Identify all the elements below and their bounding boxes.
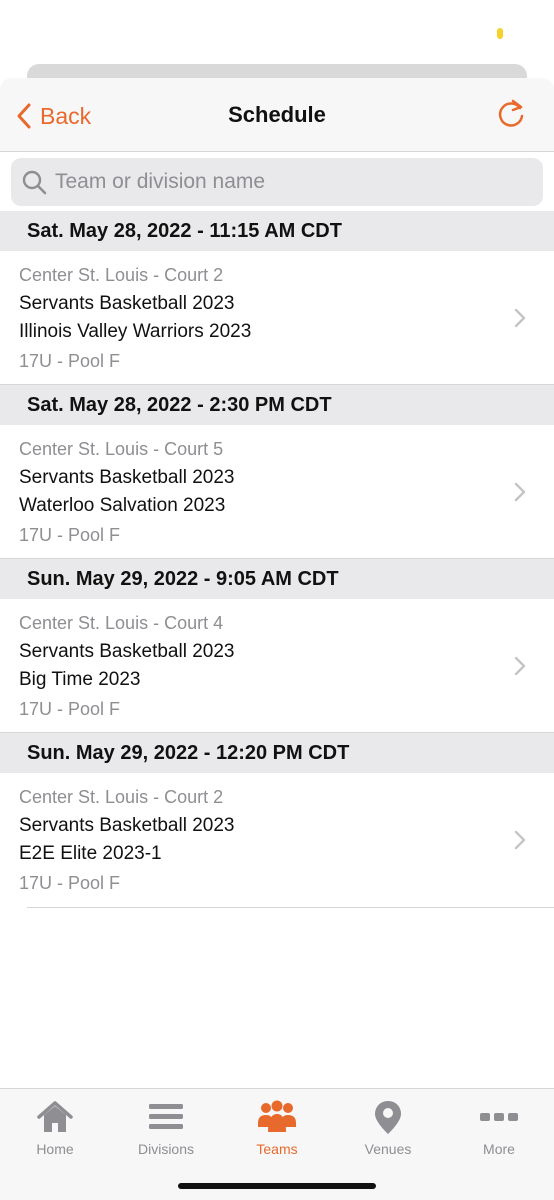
tab-label: Home (36, 1141, 74, 1157)
game-team-home: Servants Basketball 2023 (19, 467, 235, 488)
game-row[interactable]: Center St. Louis - Court 5 Servants Bask… (0, 425, 554, 559)
home-icon (37, 1101, 73, 1132)
tab-divisions[interactable]: Divisions (111, 1099, 221, 1167)
status-indicator-dot (497, 28, 503, 39)
navigation-bar: Back Schedule (0, 78, 554, 152)
people-icon (258, 1100, 296, 1132)
game-row[interactable]: Center St. Louis - Court 2 Servants Bask… (0, 773, 554, 907)
tab-label: Venues (364, 1141, 412, 1157)
more-dots-icon (480, 1113, 518, 1121)
game-row[interactable]: Center St. Louis - Court 2 Servants Bask… (0, 251, 554, 385)
schedule-sheet: Back Schedule Sat. May 28, 2022 - 11:15 … (0, 78, 554, 1200)
game-team-home: Servants Basketball 2023 (19, 293, 235, 314)
game-division: 17U - Pool F (19, 699, 121, 719)
chevron-right-icon (514, 656, 526, 676)
game-team-home: Servants Basketball 2023 (19, 815, 235, 836)
section-header: Sun. May 29, 2022 - 9:05 AM CDT (0, 559, 554, 599)
tab-more[interactable]: More (444, 1099, 554, 1167)
refresh-icon[interactable] (494, 98, 528, 132)
game-row[interactable]: Center St. Louis - Court 4 Servants Bask… (0, 599, 554, 733)
game-venue: Center St. Louis - Court 2 (19, 787, 224, 807)
tab-label: Teams (256, 1141, 298, 1157)
game-venue: Center St. Louis - Court 2 (19, 265, 224, 285)
search-icon (22, 170, 47, 195)
page-title: Schedule (228, 102, 326, 127)
tab-home[interactable]: Home (0, 1099, 110, 1167)
game-division: 17U - Pool F (19, 351, 121, 371)
section-header: Sun. May 29, 2022 - 12:20 PM CDT (0, 733, 554, 773)
game-team-away: E2E Elite 2023-1 (19, 843, 162, 864)
game-team-away: Waterloo Salvation 2023 (19, 495, 226, 516)
schedule-list: Sat. May 28, 2022 - 11:15 AM CDT Center … (0, 211, 554, 908)
chevron-right-icon (514, 830, 526, 850)
section-header: Sat. May 28, 2022 - 11:15 AM CDT (0, 211, 554, 251)
map-pin-icon (375, 1101, 401, 1134)
search-box[interactable] (11, 158, 543, 206)
chevron-right-icon (514, 308, 526, 328)
search-input[interactable] (55, 170, 515, 194)
tab-label: Divisions (137, 1141, 194, 1157)
section-header: Sat. May 28, 2022 - 2:30 PM CDT (0, 385, 554, 425)
status-bar (0, 0, 554, 64)
list-icon (149, 1104, 183, 1129)
game-venue: Center St. Louis - Court 4 (19, 613, 224, 633)
list-divider (27, 907, 554, 908)
game-division: 17U - Pool F (19, 873, 121, 893)
home-indicator[interactable] (178, 1183, 376, 1189)
tab-teams[interactable]: Teams (222, 1099, 332, 1167)
game-team-away: Big Time 2023 (19, 669, 141, 690)
game-team-away: Illinois Valley Warriors 2023 (19, 321, 252, 342)
game-team-home: Servants Basketball 2023 (19, 641, 235, 662)
search-container (0, 153, 554, 211)
tab-venues[interactable]: Venues (333, 1099, 443, 1167)
chevron-right-icon (514, 482, 526, 502)
game-venue: Center St. Louis - Court 5 (19, 439, 224, 459)
tab-label: More (483, 1141, 515, 1157)
game-division: 17U - Pool F (19, 525, 121, 545)
